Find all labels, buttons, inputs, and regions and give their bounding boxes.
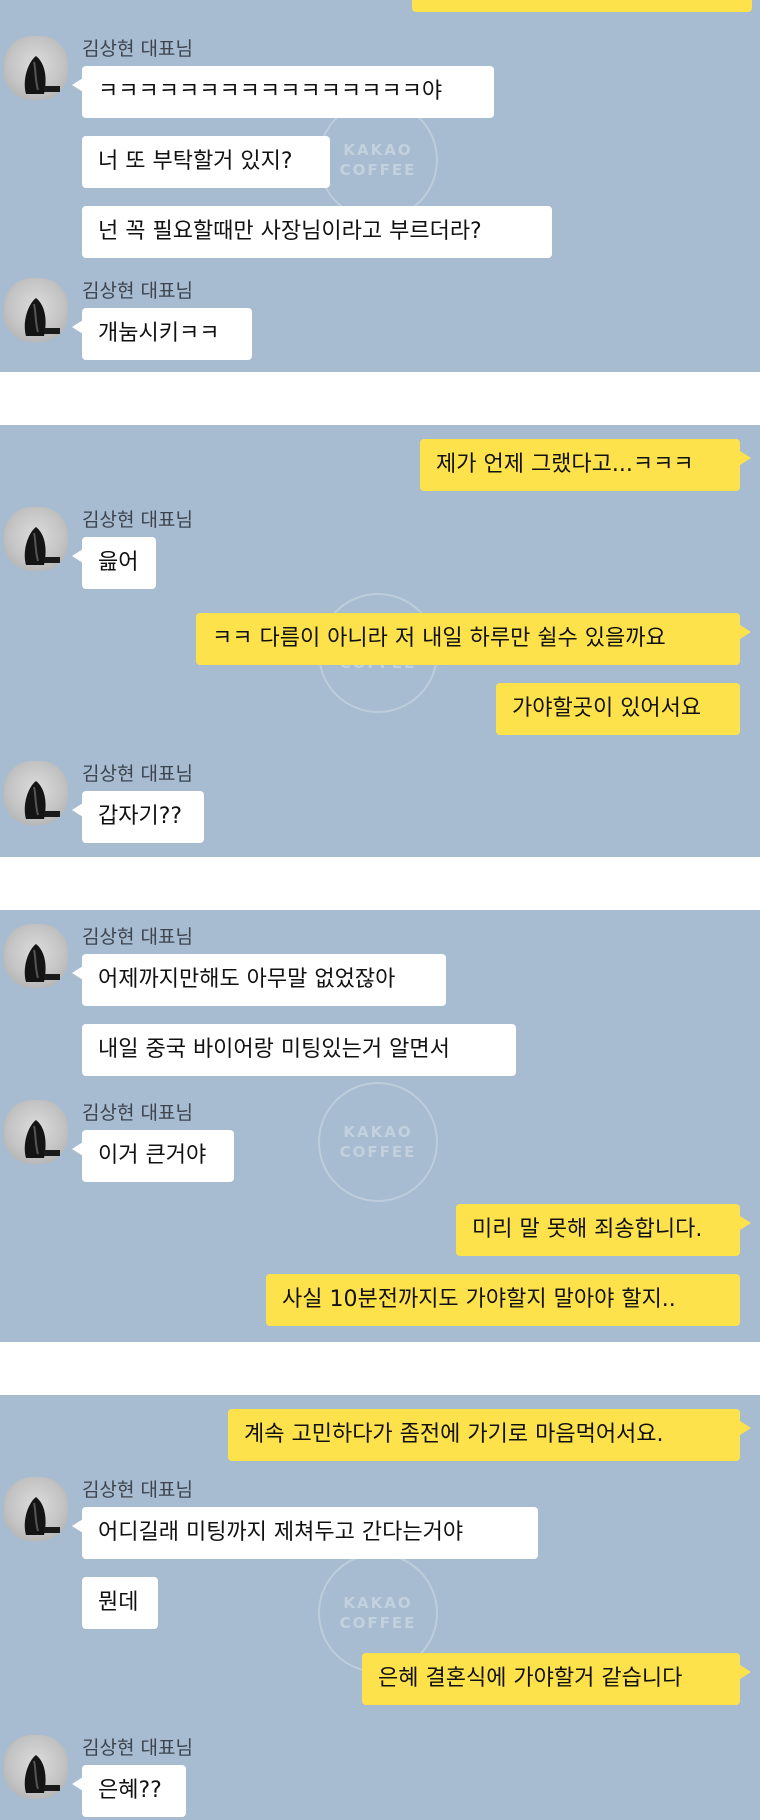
incoming-message[interactable]: 이거 큰거야 [82, 1130, 234, 1182]
outgoing-message[interactable]: 은혜 결혼식에 가야할거 같습니다 [362, 1653, 740, 1705]
avatar[interactable] [4, 507, 68, 571]
profile-photo-icon [24, 1755, 60, 1793]
incoming-message[interactable]: 개눔시키ㅋㅋ [82, 308, 252, 360]
incoming-message[interactable]: 갑자기?? [82, 791, 204, 843]
avatar[interactable] [4, 278, 68, 342]
profile-photo-icon [24, 527, 60, 565]
bubble-tail [740, 451, 751, 465]
incoming-message[interactable]: 너 또 부탁할거 있지? [82, 136, 330, 188]
profile-photo-icon [24, 56, 60, 94]
sender-name: 김상현 대표님 [82, 1479, 193, 1501]
incoming-message[interactable]: 은혜?? [82, 1765, 186, 1817]
profile-photo-icon [24, 1497, 60, 1535]
bubble-tail [740, 1421, 751, 1435]
outgoing-message[interactable]: 미리 말 못해 죄송합니다. [456, 1204, 740, 1256]
incoming-message[interactable]: 뭔데 [82, 1577, 158, 1629]
outgoing-message[interactable]: 제가 언제 그랬다고...ㅋㅋㅋ [420, 439, 740, 491]
chat-panel-3: KAKAO COFFEE 김상현 대표님 어제까지만해도 아무말 없었잖아 내일… [0, 910, 760, 1342]
bubble-tail [740, 1216, 751, 1230]
bubble-tail [740, 625, 751, 639]
avatar[interactable] [4, 1735, 68, 1799]
profile-photo-icon [24, 781, 60, 819]
profile-photo-icon [24, 1120, 60, 1158]
outgoing-message[interactable]: 사실 10분전까지도 가야할지 말아야 할지.. [266, 1274, 740, 1326]
profile-photo-icon [24, 944, 60, 982]
incoming-message[interactable]: 내일 중국 바이어랑 미팅있는거 알면서 [82, 1024, 516, 1076]
avatar[interactable] [4, 924, 68, 988]
chat-panel-1: KAKAO COFFEE 김상현 대표님 ㅋㅋㅋㅋㅋㅋㅋㅋㅋㅋㅋㅋㅋㅋㅋㅋ야 너… [0, 0, 760, 372]
avatar[interactable] [4, 1477, 68, 1541]
outgoing-message[interactable]: 가야할곳이 있어서요 [496, 683, 740, 735]
incoming-message[interactable]: 읊어 [82, 537, 156, 589]
sender-name: 김상현 대표님 [82, 1737, 193, 1759]
chat-panel-4: KAKAO COFFEE 계속 고민하다가 좀전에 가기로 마음먹어서요. 김상… [0, 1395, 760, 1820]
avatar[interactable] [4, 36, 68, 100]
avatar[interactable] [4, 761, 68, 825]
kakao-coffee-watermark: KAKAO COFFEE [318, 100, 438, 220]
incoming-message[interactable]: 넌 꼭 필요할때만 사장님이라고 부르더라? [82, 206, 552, 258]
sender-name: 김상현 대표님 [82, 763, 193, 785]
sender-name: 김상현 대표님 [82, 509, 193, 531]
incoming-message[interactable]: ㅋㅋㅋㅋㅋㅋㅋㅋㅋㅋㅋㅋㅋㅋㅋㅋ야 [82, 66, 494, 118]
profile-photo-icon [24, 298, 60, 336]
sender-name: 김상현 대표님 [82, 926, 193, 948]
kakao-coffee-watermark: KAKAO COFFEE [318, 1082, 438, 1202]
avatar[interactable] [4, 1100, 68, 1164]
sender-name: 김상현 대표님 [82, 38, 193, 60]
incoming-message[interactable]: 어제까지만해도 아무말 없었잖아 [82, 954, 446, 1006]
outgoing-message[interactable]: ㅋㅋ 다름이 아니라 저 내일 하루만 쉴수 있을까요 [196, 613, 740, 665]
bubble-tail [740, 1665, 751, 1679]
outgoing-bubble-partial [412, 0, 752, 12]
incoming-message[interactable]: 어디길래 미팅까지 제쳐두고 간다는거야 [82, 1507, 538, 1559]
sender-name: 김상현 대표님 [82, 280, 193, 302]
chat-panel-2: KAKAO COFFEE 제가 언제 그랬다고...ㅋㅋㅋ 김상현 대표님 읊어… [0, 425, 760, 857]
sender-name: 김상현 대표님 [82, 1102, 193, 1124]
outgoing-message[interactable]: 계속 고민하다가 좀전에 가기로 마음먹어서요. [228, 1409, 740, 1461]
